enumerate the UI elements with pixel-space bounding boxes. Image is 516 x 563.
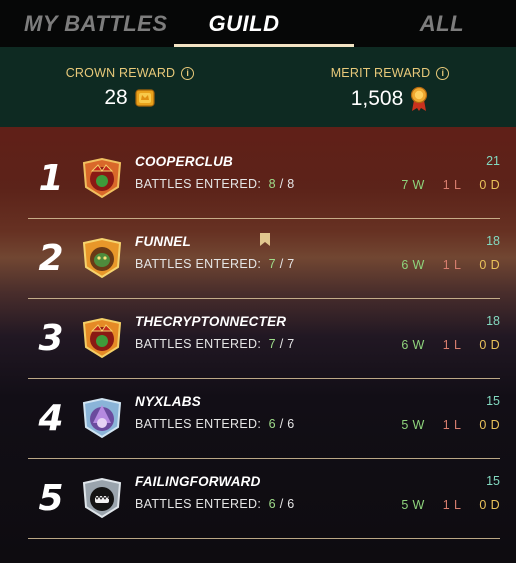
merit-medal-icon (411, 86, 428, 111)
score-value: 18 (486, 234, 500, 248)
wins-count: 5 W (401, 498, 425, 512)
battles-entered-count: 7 (268, 337, 276, 351)
losses-count: 1 L (442, 338, 462, 352)
merit-reward: MERIT REWARD i 1,508 (300, 47, 480, 127)
battles-entered-count: 6 (268, 417, 276, 431)
battles-entered-label: BATTLES ENTERED: (135, 337, 262, 351)
battles-total-count: 7 (287, 257, 295, 271)
crown-reward: CROWN REWARD i 28 (40, 47, 220, 127)
battles-total-count: 8 (287, 177, 295, 191)
battle-tabs: MY BATTLES GUILD ALL (0, 0, 516, 47)
crown-reward-value: 28 (104, 86, 128, 109)
wins-count: 6 W (401, 258, 425, 272)
tab-my-battles[interactable]: MY BATTLES (0, 0, 171, 47)
battles-entered-label: BATTLES ENTERED: (135, 257, 262, 271)
leaderboard-row[interactable]: 5 FAILINGFORWARD BATTLES ENTERED: 6 / 6 … (28, 458, 500, 538)
draws-count: 0 D (479, 498, 500, 512)
rewards-header: CROWN REWARD i 28 MERIT REWARD i 1,508 (0, 47, 516, 127)
rank-number: 4 (38, 397, 64, 439)
draws-count: 0 D (479, 418, 500, 432)
merit-reward-value: 1,508 (350, 87, 404, 110)
player-name[interactable]: THECRYPTONNECTER (135, 314, 286, 329)
battles-entered-label: BATTLES ENTERED: (135, 417, 262, 431)
crown-reward-info-icon[interactable]: i (181, 66, 195, 80)
leaderboard-row[interactable]: 2 FUNNEL BATTLES ENTERED: 7 / 7 18 6 W 1… (28, 218, 500, 298)
player-name[interactable]: FUNNEL (135, 234, 191, 249)
rank-number: 2 (38, 237, 64, 279)
player-name[interactable]: FAILINGFORWARD (135, 474, 261, 489)
leaderboard-row[interactable]: 3 THECRYPTONNECTER BATTLES ENTERED: 7 / … (28, 298, 500, 378)
battles-entered-label: BATTLES ENTERED: (135, 177, 262, 191)
battles-total-count: 6 (287, 417, 295, 431)
draws-count: 0 D (479, 258, 500, 272)
crown-reward-title: CROWN REWARD (65, 66, 176, 80)
rank-number: 5 (38, 477, 64, 519)
red-jester-emblem-icon (82, 157, 122, 199)
merit-reward-title: MERIT REWARD (330, 66, 431, 80)
score-value: 15 (486, 474, 500, 488)
crown-token-icon (135, 89, 155, 107)
grey-monster-emblem-icon (82, 477, 122, 519)
losses-count: 1 L (442, 498, 462, 512)
draws-count: 0 D (479, 178, 500, 192)
score-value: 21 (486, 154, 500, 168)
row-divider (28, 538, 500, 539)
losses-count: 1 L (442, 418, 462, 432)
battles-entered-count: 7 (268, 257, 276, 271)
tab-all[interactable]: ALL (317, 0, 516, 47)
score-value: 18 (486, 314, 500, 328)
battles-entered-count: 6 (268, 497, 276, 511)
losses-count: 1 L (442, 178, 462, 192)
wins-count: 5 W (401, 418, 425, 432)
rank-number: 3 (38, 317, 64, 359)
leaderboard-row[interactable]: 1 COOPERCLUB BATTLES ENTERED: 8 / 8 21 7… (28, 138, 500, 218)
wins-count: 6 W (401, 338, 425, 352)
battles-total-count: 6 (287, 497, 295, 511)
wins-count: 7 W (401, 178, 425, 192)
score-value: 15 (486, 394, 500, 408)
rank-number: 1 (38, 157, 64, 199)
battles-total-count: 7 (287, 337, 295, 351)
guild-leaderboard: 1 COOPERCLUB BATTLES ENTERED: 8 / 8 21 7… (0, 127, 516, 563)
tab-guild[interactable]: GUILD (171, 0, 318, 47)
merit-reward-info-icon[interactable]: i (436, 66, 450, 80)
leaderboard-row[interactable]: 4 NYXLABS BATTLES ENTERED: 6 / 6 15 5 W … (28, 378, 500, 458)
player-name[interactable]: COOPERCLUB (135, 154, 233, 169)
player-name[interactable]: NYXLABS (135, 394, 201, 409)
battles-entered-label: BATTLES ENTERED: (135, 497, 262, 511)
red-jester-emblem-icon (82, 317, 122, 359)
bookmark-icon[interactable] (260, 233, 270, 246)
draws-count: 0 D (479, 338, 500, 352)
losses-count: 1 L (442, 258, 462, 272)
battles-entered-count: 8 (268, 177, 276, 191)
orange-goblin-emblem-icon (82, 237, 122, 279)
purple-wizard-emblem-icon (82, 397, 122, 439)
